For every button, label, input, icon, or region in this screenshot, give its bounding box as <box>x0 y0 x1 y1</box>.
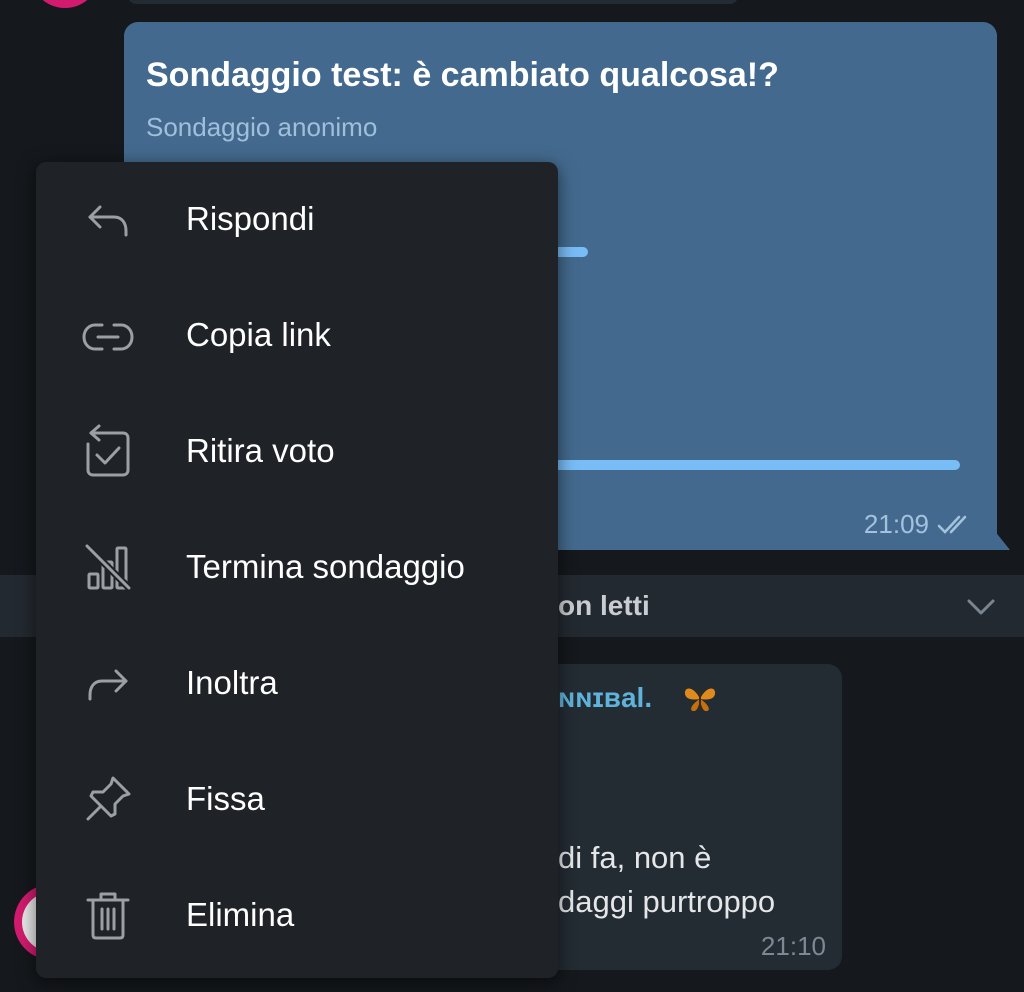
butterfly-icon <box>682 684 718 719</box>
menu-item-pin[interactable]: Fissa <box>36 742 558 858</box>
message-line-2: daggi purtroppo <box>558 884 776 919</box>
poll-title: Sondaggio test: è cambiato qualcosa!? <box>146 56 779 94</box>
unread-divider-label: on letti <box>558 590 650 621</box>
poll-type-label: Sondaggio anonimo <box>146 112 378 142</box>
pin-icon <box>80 776 136 824</box>
stop-poll-icon <box>80 543 136 592</box>
menu-item-retract-vote[interactable]: Ritira voto <box>36 394 558 510</box>
chat-screen: Sondaggio test: è cambiato qualcosa!? So… <box>0 0 1024 992</box>
link-icon <box>80 314 136 360</box>
double-check-icon <box>937 514 975 536</box>
incoming-message-time: 21:10 <box>760 931 826 961</box>
previous-sender-avatar[interactable] <box>30 0 100 8</box>
menu-item-forward[interactable]: Inoltra <box>36 626 558 742</box>
reply-icon <box>80 198 136 244</box>
previous-message-bubble[interactable] <box>128 0 738 4</box>
menu-item-label: Ritira voto <box>186 432 335 469</box>
menu-item-label: Inoltra <box>186 664 278 701</box>
message-context-menu: Rispondi Copia link Ritira voto Termina … <box>36 162 558 978</box>
menu-item-reply[interactable]: Rispondi <box>36 162 558 278</box>
chevron-down-icon[interactable] <box>966 597 996 622</box>
menu-item-label: Elimina <box>186 896 295 933</box>
menu-item-delete[interactable]: Elimina <box>36 858 558 974</box>
menu-item-stop-poll[interactable]: Termina sondaggio <box>36 510 558 626</box>
menu-item-copy-link[interactable]: Copia link <box>36 278 558 394</box>
sender-name[interactable]: ɴɴɪʙal. <box>558 682 652 714</box>
menu-item-label: Termina sondaggio <box>186 548 465 585</box>
poll-message-meta: 21:09 <box>864 509 975 540</box>
incoming-message-text: di fa, non è daggi purtroppo <box>558 836 775 924</box>
poll-option-bar-2[interactable] <box>544 460 960 470</box>
poll-bubble-tail <box>994 530 1010 550</box>
retract-vote-icon <box>80 424 136 477</box>
poll-time: 21:09 <box>863 509 929 539</box>
menu-item-label: Copia link <box>186 316 331 353</box>
menu-item-label: Rispondi <box>186 200 315 237</box>
menu-item-label: Fissa <box>186 780 265 817</box>
message-line-1: di fa, non è <box>558 840 712 875</box>
delete-icon <box>80 892 136 940</box>
forward-icon <box>80 662 136 708</box>
